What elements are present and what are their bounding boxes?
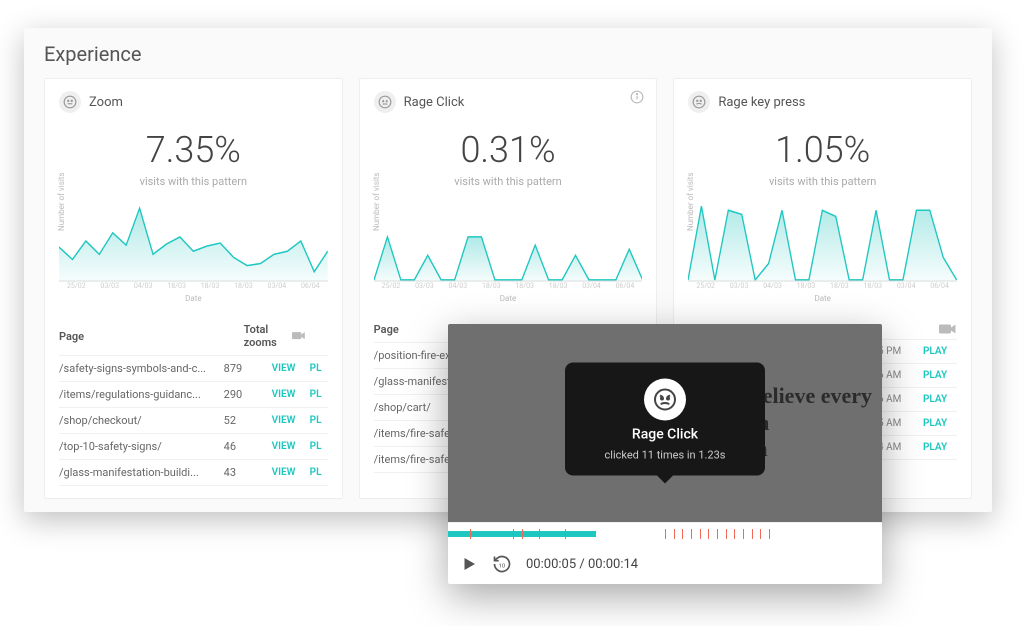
rage-percent: 0.31% (374, 129, 643, 171)
chart-ticks: 25/0203/0304/0318/0318/0318/0303/0406/04 (688, 282, 957, 290)
card-title: Zoom (89, 95, 123, 110)
face-neutral-icon (59, 91, 81, 113)
page-path: /items/regulations-guidanc... (59, 388, 220, 401)
play-link[interactable]: PLAY (923, 346, 957, 357)
event-mark[interactable] (717, 529, 718, 539)
event-mark[interactable] (665, 529, 666, 539)
event-mark[interactable] (691, 529, 692, 539)
face-angry-icon (374, 91, 396, 113)
rage-chart: Number of visits (374, 200, 643, 282)
table-row: /glass-manifestation-buildi... 43 VIEW PL (59, 460, 328, 486)
player-viewport[interactable]: I believe every nea f m Rage Click click… (448, 324, 882, 522)
table-row: /shop/checkout/52 VIEW PL (59, 408, 328, 434)
play-link[interactable]: PL (310, 389, 328, 400)
view-link[interactable]: VIEW (272, 467, 306, 478)
event-mark[interactable] (743, 529, 744, 539)
svg-text:10: 10 (499, 563, 506, 569)
card-title: Rage key press (718, 95, 805, 110)
player-timeline[interactable] (448, 522, 882, 544)
percent-subtitle: visits with this pattern (688, 175, 957, 188)
chart-ticks: 25/0203/0304/0318/0318/0318/0303/0406/04 (374, 282, 643, 290)
camera-icon (939, 323, 957, 333)
zoom-chart: Number of visits (59, 200, 328, 282)
page-path: /safety-signs-symbols-and-c... (59, 362, 220, 375)
card-title: Rage Click (404, 95, 465, 110)
table-head-count: Total zooms (244, 323, 288, 349)
page-path: /glass-manifestation-buildi... (59, 466, 220, 479)
play-link[interactable]: PL (310, 467, 328, 478)
event-mark[interactable] (769, 529, 770, 539)
tooltip-subtitle: clicked 11 times in 1.23s (605, 449, 726, 462)
event-mark[interactable] (522, 529, 523, 539)
play-link[interactable]: PL (310, 363, 328, 374)
tooltip-title: Rage Click (632, 427, 698, 443)
event-mark[interactable] (674, 529, 675, 539)
event-mark[interactable] (565, 529, 566, 539)
face-angry-icon (644, 379, 686, 421)
play-link[interactable]: PLAY (923, 418, 957, 429)
event-mark[interactable] (760, 529, 761, 539)
event-mark[interactable] (470, 529, 471, 539)
rewind-10-button[interactable]: 10 (492, 554, 512, 574)
timecode: 00:00:05 / 00:00:14 (526, 557, 638, 572)
zoom-table: Page Total zooms /safety-signs-symbols-a… (59, 317, 328, 486)
event-mark[interactable] (734, 529, 735, 539)
play-button[interactable] (460, 555, 478, 573)
percent-subtitle: visits with this pattern (59, 175, 328, 188)
zoom-count: 43 (224, 466, 268, 479)
play-link[interactable]: PL (310, 415, 328, 426)
view-link[interactable]: VIEW (272, 415, 306, 426)
play-link[interactable]: PL (310, 441, 328, 452)
page-path: /top-10-safety-signs/ (59, 440, 220, 453)
camera-icon (292, 331, 306, 341)
table-head-page: Page (59, 330, 240, 343)
zoom-count: 46 (224, 440, 268, 453)
event-mark[interactable] (708, 529, 709, 539)
rage-click-tooltip: Rage Click clicked 11 times in 1.23s (565, 363, 765, 476)
view-link[interactable]: VIEW (272, 389, 306, 400)
event-mark[interactable] (752, 529, 753, 539)
play-link[interactable]: PLAY (923, 394, 957, 405)
event-mark[interactable] (539, 529, 540, 539)
table-row: /items/regulations-guidanc... 290 VIEW PL (59, 382, 328, 408)
event-mark[interactable] (726, 529, 727, 539)
table-row: /safety-signs-symbols-and-c... 879 VIEW PL (59, 356, 328, 382)
zoom-percent: 7.35% (59, 129, 328, 171)
zoom-count: 879 (224, 362, 268, 375)
view-link[interactable]: VIEW (272, 363, 306, 374)
session-player: I believe every nea f m Rage Click click… (448, 324, 882, 584)
table-row: /top-10-safety-signs/46 VIEW PL (59, 434, 328, 460)
keys-chart: Number of visits (688, 200, 957, 282)
event-mark[interactable] (700, 529, 701, 539)
view-link[interactable]: VIEW (272, 441, 306, 452)
chart-ticks: 25/0203/0304/0318/0318/0318/0303/0406/04 (59, 282, 328, 290)
face-sad-icon (688, 91, 710, 113)
info-icon[interactable] (630, 89, 644, 103)
percent-subtitle: visits with this pattern (374, 175, 643, 188)
play-link[interactable]: PLAY (923, 370, 957, 381)
event-mark[interactable] (513, 529, 514, 539)
card-zoom: Zoom 7.35% visits with this pattern Numb… (44, 78, 343, 499)
play-link[interactable]: PLAY (923, 442, 957, 453)
zoom-count: 290 (224, 388, 268, 401)
page-title: Experience (44, 42, 972, 66)
event-mark[interactable] (682, 529, 683, 539)
keys-percent: 1.05% (688, 129, 957, 171)
page-path: /shop/checkout/ (59, 414, 220, 427)
zoom-count: 52 (224, 414, 268, 427)
